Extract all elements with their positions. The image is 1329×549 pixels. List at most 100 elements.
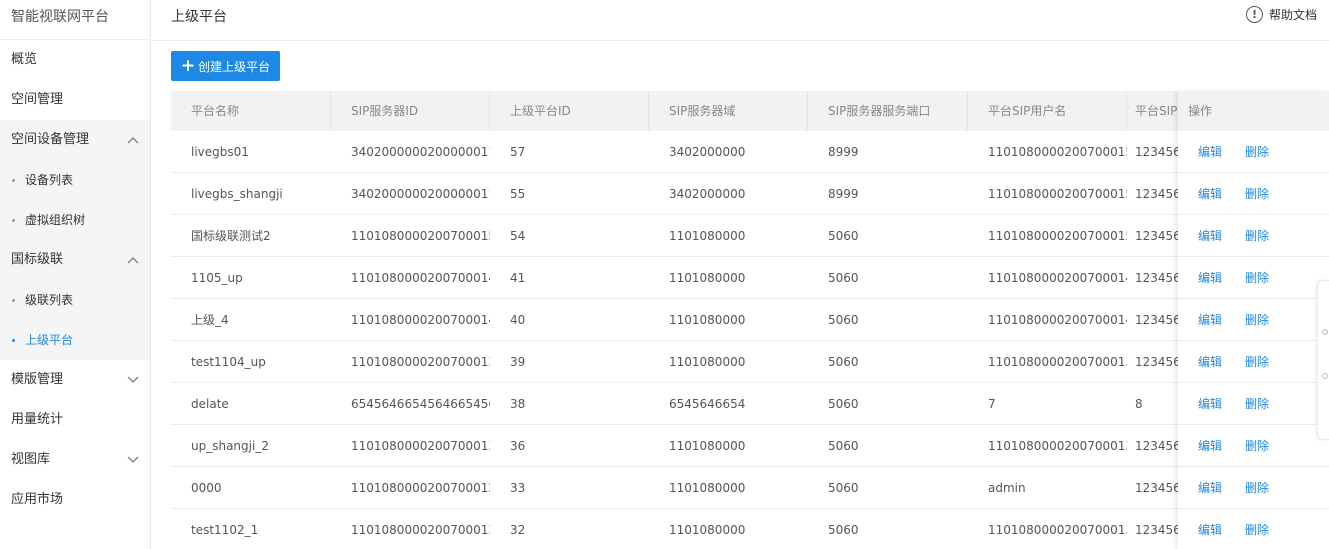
table-cell: 11010800002007000141 <box>988 313 1127 327</box>
table-cell: 34020000002000000111 <box>351 187 490 201</box>
sidebar-item-label: 空间设备管理 <box>11 132 90 147</box>
table-row: 1105_up 11010800002007000143 41 1101080000 5… <box>171 257 1329 299</box>
table-cell: 34020000002000000111 <box>351 145 490 159</box>
submenu-gb-cascade: 级联列表 上级平台 <box>0 280 150 360</box>
delete-button[interactable]: 删除 <box>1245 521 1269 538</box>
sidebar-item-cascade-list[interactable]: 级联列表 <box>0 280 150 320</box>
operations-cell: 编辑 删除 <box>1178 299 1329 341</box>
table-cell: 54 <box>510 229 526 243</box>
edit-button[interactable]: 编辑 <box>1198 395 1222 412</box>
chevron-down-icon <box>127 360 139 400</box>
delete-button[interactable]: 删除 <box>1245 311 1269 328</box>
edit-button[interactable]: 编辑 <box>1198 269 1222 286</box>
table-cell: 8999 <box>828 145 859 159</box>
operations-cell: 编辑 删除 <box>1178 425 1329 467</box>
create-button-label: 创建上级平台 <box>198 59 271 74</box>
table-cell: 5060 <box>828 481 859 495</box>
table-cell: 1101080000 <box>669 439 746 453</box>
delete-button[interactable]: 删除 <box>1245 353 1269 370</box>
sidebar-item-space-management[interactable]: 空间管理 <box>0 80 150 120</box>
delete-button[interactable]: 删除 <box>1245 395 1269 412</box>
sidebar-item-usage-stats[interactable]: 用量统计 <box>0 400 150 440</box>
table-body: livegbs01 34020000002000000111 57 340200000… <box>171 131 1329 549</box>
sidebar-item-view-library[interactable]: 视图库 <box>0 440 150 480</box>
table-cell: 11010800002007000150 <box>988 229 1127 243</box>
table-cell: livegbs01 <box>191 145 249 159</box>
sidebar-item-gb-cascade[interactable]: 国标级联 <box>0 240 150 280</box>
column-header[interactable]: 平台SIP用户名 <box>968 91 1127 131</box>
sidebar-item-upper-platform[interactable]: 上级平台 <box>0 320 150 360</box>
delete-button[interactable]: 删除 <box>1245 143 1269 160</box>
page-header: 上级平台 ! 帮助文档 <box>151 0 1329 41</box>
table-cell: 7 <box>988 397 996 411</box>
table-cell: 55 <box>510 187 526 201</box>
table-cell: 上级_4 <box>191 313 229 327</box>
sidebar-item-template-management[interactable]: 模版管理 <box>0 360 150 400</box>
table-cell: 11010800002007000131 <box>988 523 1127 537</box>
delete-button[interactable]: 删除 <box>1245 269 1269 286</box>
sidebar-item-label: 国标级联 <box>11 252 64 267</box>
delete-button[interactable]: 删除 <box>1245 437 1269 454</box>
column-header[interactable]: 平台SIP <box>1127 91 1179 131</box>
table-cell: test1102_1 <box>191 523 259 537</box>
table-header-row: 平台名称 SIP服务器ID 上级平台ID SIP服务器域 SIP服务器服务端口 … <box>171 91 1329 131</box>
table-cell: 1101080000 <box>669 481 746 495</box>
edit-button[interactable]: 编辑 <box>1198 143 1222 160</box>
table-cell: 38 <box>510 397 526 411</box>
sidebar-item-label: 级联列表 <box>25 293 74 307</box>
table-row: 上级_4 11010800002007000140 40 1101080000 5060… <box>171 299 1329 341</box>
sidebar-item-label: 空间管理 <box>11 92 64 107</box>
table-cell: 41 <box>510 271 526 285</box>
table-cell: 5060 <box>828 355 859 369</box>
edit-button[interactable]: 编辑 <box>1198 479 1222 496</box>
sidebar-item-app-market[interactable]: 应用市场 <box>0 480 150 520</box>
delete-button[interactable]: 删除 <box>1245 227 1269 244</box>
edit-button[interactable]: 编辑 <box>1198 521 1222 538</box>
table-cell: 11010800002007000130 <box>351 523 490 537</box>
plus-icon: + <box>180 55 196 76</box>
circle-icon <box>1322 329 1328 335</box>
table-cell: 11010800002007000139 <box>988 355 1127 369</box>
edit-button[interactable]: 编辑 <box>1198 185 1222 202</box>
table-cell: 11010800002007000157 <box>988 145 1127 159</box>
floating-toolbar[interactable] <box>1317 280 1329 440</box>
column-header[interactable]: 平台名称 <box>171 91 331 131</box>
edit-button[interactable]: 编辑 <box>1198 353 1222 370</box>
table-cell: 33 <box>510 481 526 495</box>
table-cell: 1101080000 <box>669 355 746 369</box>
bullet-dot-icon <box>12 179 15 182</box>
sidebar-item-space-device-management[interactable]: 空间设备管理 <box>0 120 150 160</box>
column-header[interactable]: SIP服务器服务端口 <box>808 91 968 131</box>
table-cell: 123456 <box>1135 481 1179 495</box>
table-cell: 8 <box>1135 397 1143 411</box>
table-cell: 0000 <box>191 481 222 495</box>
table-cell: livegbs_shangji <box>191 187 283 201</box>
bullet-dot-icon <box>12 299 15 302</box>
edit-button[interactable]: 编辑 <box>1198 311 1222 328</box>
table-cell: 3402000000 <box>669 187 746 201</box>
operations-cell: 编辑 删除 <box>1178 131 1329 173</box>
delete-button[interactable]: 删除 <box>1245 185 1269 202</box>
submenu-space-device: 设备列表 虚拟组织树 <box>0 160 150 240</box>
table-cell: 123456 <box>1135 439 1179 453</box>
sidebar-item-overview[interactable]: 概览 <box>0 40 150 80</box>
table-cell: 1101080000 <box>669 229 746 243</box>
operations-column: 操作 编辑 删除 编辑 删除 编辑 删除 编辑 删除 编辑 删除 编辑 删除 编辑 删除 编辑 删除 编辑 删除编… <box>1178 91 1329 549</box>
sidebar-item-device-list[interactable]: 设备列表 <box>0 160 150 200</box>
table-cell: 32 <box>510 523 526 537</box>
bullet-dot-icon <box>12 219 15 222</box>
bullet-dot-icon <box>12 339 15 342</box>
delete-button[interactable]: 删除 <box>1245 479 1269 496</box>
help-docs-link[interactable]: ! 帮助文档 <box>1245 6 1317 23</box>
edit-button[interactable]: 编辑 <box>1198 437 1222 454</box>
table-cell: 1101080000 <box>669 271 746 285</box>
edit-button[interactable]: 编辑 <box>1198 227 1222 244</box>
create-upper-platform-button[interactable]: + 创建上级平台 <box>171 51 280 81</box>
table-cell: 国标级联测试2 <box>191 229 271 243</box>
column-header[interactable]: SIP服务器ID <box>331 91 490 131</box>
column-header[interactable]: 上级平台ID <box>490 91 649 131</box>
operations-body: 编辑 删除 编辑 删除 编辑 删除 编辑 删除 编辑 删除 编辑 删除 编辑 删除 编辑 删除 编辑 删除 编辑 删除 <box>1178 131 1329 549</box>
sidebar-item-virtual-org-tree[interactable]: 虚拟组织树 <box>0 200 150 240</box>
table-row: livegbs01 34020000002000000111 57 340200000… <box>171 131 1329 173</box>
column-header[interactable]: SIP服务器域 <box>649 91 808 131</box>
